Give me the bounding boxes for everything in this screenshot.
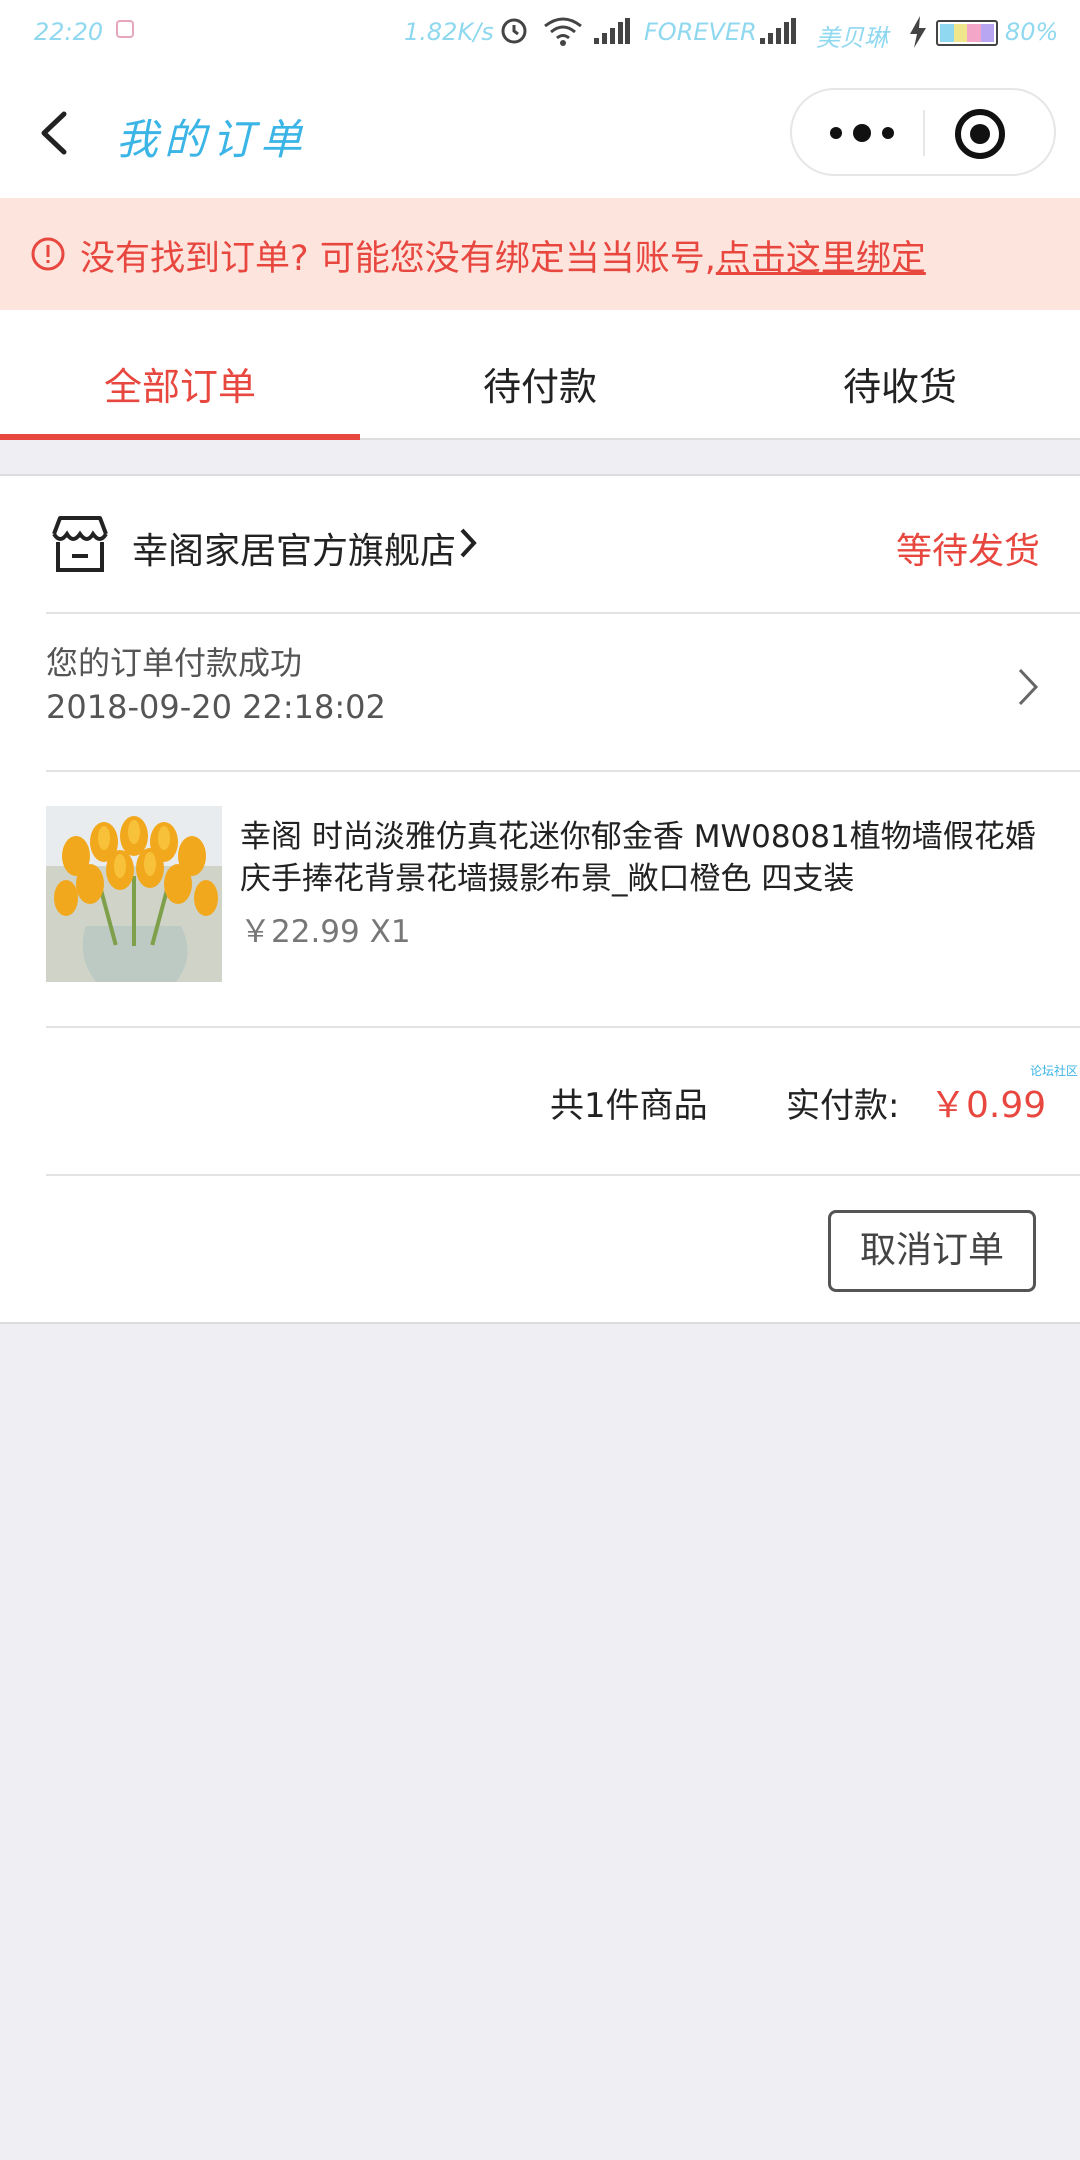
more-dots-icon[interactable] (822, 110, 902, 156)
tab-all-orders[interactable]: 全部订单 (0, 310, 360, 440)
banner-text: 没有找到订单? 可能您没有绑定当当账号, (80, 239, 716, 279)
wifi-icon (544, 17, 582, 46)
capsule-divider (923, 110, 925, 156)
tab-pending-receipt[interactable]: 待收货 (720, 310, 1080, 438)
paid-label: 实付款: (786, 1086, 900, 1126)
order-status: 等待发货 (895, 531, 1040, 572)
product-row[interactable]: 幸阁 时尚淡雅仿真花迷你郁金香 MW08081植物墙假花婚庆手捧花背景花墙摄影布… (0, 766, 1080, 982)
bind-account-banner: 没有找到订单? 可能您没有绑定当当账号,点击这里绑定 (0, 198, 1080, 310)
order-message-row[interactable]: 您的订单付款成功 2018-09-20 22:18:02 (0, 614, 1080, 764)
battery-icon (936, 20, 998, 46)
order-tabs: 全部订单 待付款 待收货 (0, 310, 1080, 440)
net-speed: 1.82K/s (404, 18, 494, 46)
status-bar: 22:20 1.82K/s FOREVER 美贝琳 80% (0, 0, 1080, 68)
nav-bar: 我的订单 (0, 68, 1080, 198)
order-actions: 取消订单 (0, 1176, 1080, 1324)
item-count: 共1件商品 (550, 1086, 708, 1126)
order-timestamp: 2018-09-20 22:18:02 (46, 688, 386, 726)
watermark: 论坛社区 (1030, 1064, 1079, 1078)
shop-row[interactable]: 幸阁家居官方旗舰店 等待发货 (0, 476, 1080, 612)
mini-program-capsule (790, 88, 1056, 176)
carrier-label: FOREVER (644, 18, 757, 46)
cancel-order-button[interactable]: 取消订单 (828, 1210, 1036, 1292)
product-name[interactable]: 幸阁 时尚淡雅仿真花迷你郁金香 MW08081植物墙假花婚庆手捧花背景花墙摄影布… (240, 816, 1040, 900)
banner-message: 没有找到订单? 可能您没有绑定当当账号,点击这里绑定 (80, 230, 926, 281)
shop-icon (52, 516, 108, 572)
paid-amount: ￥0.99 (930, 1085, 1047, 1126)
target-close-icon[interactable] (952, 106, 1008, 162)
tab-pending-payment[interactable]: 待付款 (360, 310, 720, 438)
shop-name[interactable]: 幸阁家居官方旗舰店 (132, 522, 456, 574)
chevron-right-icon (460, 528, 477, 558)
charging-icon (910, 16, 926, 48)
alarm-icon (501, 18, 527, 44)
carrier-label: 美贝琳 (816, 24, 888, 52)
bind-account-link[interactable]: 点击这里绑定 (716, 239, 926, 279)
order-message: 您的订单付款成功 (46, 644, 303, 682)
chevron-right-icon (1018, 668, 1039, 706)
order-total-row: 共1件商品 实付款: ￥0.99 论坛社区 (0, 1028, 1080, 1174)
product-price: ￥22.99 X1 (240, 914, 411, 950)
signal-icon (594, 18, 630, 44)
battery-percent: 80% (1005, 18, 1059, 46)
order-card: 幸阁家居官方旗舰店 等待发货 您的订单付款成功 2018-09-20 22:18… (0, 474, 1080, 1324)
signal-icon (760, 18, 796, 44)
product-image[interactable] (46, 806, 222, 982)
page-title: 我的订单 (116, 115, 309, 164)
back-arrow-icon[interactable] (30, 100, 86, 166)
notification-icon (116, 20, 134, 38)
status-time: 22:20 (34, 18, 104, 46)
warning-icon (31, 237, 65, 271)
